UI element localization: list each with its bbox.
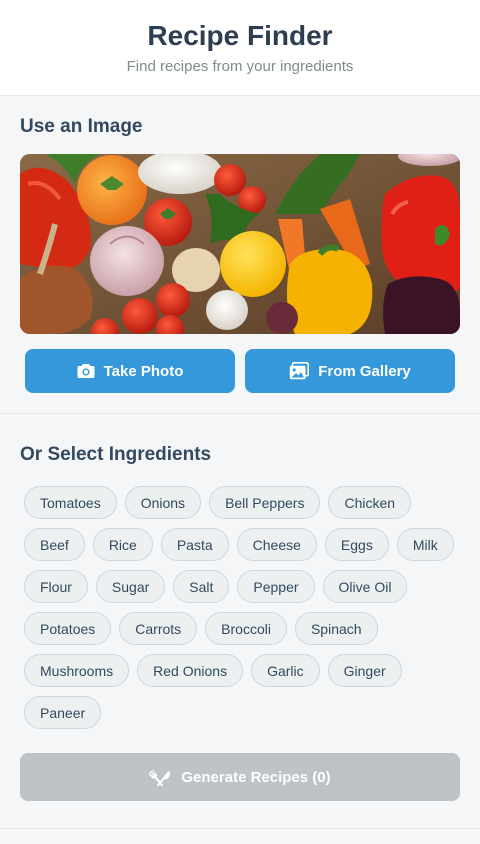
ingredient-chip[interactable]: Chicken — [328, 486, 412, 519]
image-section: Use an Image Take Photo From Gallery — [0, 96, 480, 414]
ingredient-chip[interactable]: Broccoli — [205, 612, 287, 645]
ingredient-chip[interactable]: Carrots — [119, 612, 198, 645]
ingredient-chip[interactable]: Onions — [124, 486, 202, 519]
ingredient-chip[interactable]: Mushrooms — [24, 654, 130, 687]
ingredient-chip[interactable]: Paneer — [24, 696, 102, 729]
ingredient-chip[interactable]: Pepper — [237, 570, 315, 603]
gallery-icon — [289, 362, 310, 380]
ingredients-section: Or Select Ingredients Tomatoes Onions Bell… — [0, 414, 480, 801]
ingredient-chip[interactable]: Bell Peppers — [209, 486, 321, 519]
generate-recipes-label: Generate Recipes (0) — [181, 768, 331, 786]
vegetables-photo-illustration — [20, 154, 460, 334]
from-gallery-label: From Gallery — [318, 362, 411, 380]
take-photo-button[interactable]: Take Photo — [25, 349, 235, 393]
ingredient-chip[interactable]: Cheese — [236, 528, 317, 561]
ingredient-chip[interactable]: Pasta — [160, 528, 229, 561]
from-gallery-button[interactable]: From Gallery — [245, 349, 455, 393]
page-subtitle: Find recipes from your ingredients — [126, 58, 354, 75]
ingredient-chip[interactable]: Flour — [24, 570, 88, 603]
page-title: Recipe Finder — [147, 20, 333, 51]
ingredient-chip[interactable]: Red Onions — [137, 654, 244, 687]
ingredient-chip[interactable]: Sugar — [95, 570, 166, 603]
ingredients-section-title: Or Select Ingredients — [20, 444, 212, 465]
ingredient-chip[interactable]: Tomatoes — [24, 486, 117, 519]
image-actions: Take Photo From Gallery — [20, 349, 460, 393]
ingredient-chip[interactable]: Garlic — [251, 654, 320, 687]
ingredient-chip[interactable]: Rice — [92, 528, 153, 561]
ingredient-chip[interactable]: Ginger — [327, 654, 402, 687]
app-header: Recipe Finder Find recipes from your ing… — [0, 0, 480, 96]
image-section-title: Use an Image — [20, 116, 143, 137]
vegetables-photo — [20, 154, 460, 334]
ingredient-chip[interactable]: Milk — [396, 528, 454, 561]
take-photo-label: Take Photo — [103, 362, 184, 380]
camera-icon — [77, 363, 95, 379]
utensils-icon — [148, 764, 171, 790]
ingredient-chip[interactable]: Beef — [24, 528, 85, 561]
ingredient-chip[interactable]: Salt — [173, 570, 230, 603]
generate-recipes-button[interactable]: Generate Recipes (0) — [20, 753, 460, 801]
ingredient-chip[interactable]: Spinach — [294, 612, 378, 645]
ingredient-chip[interactable]: Eggs — [324, 528, 389, 561]
ingredient-chip[interactable]: Potatoes — [24, 612, 112, 645]
bottom-divider — [0, 828, 480, 829]
ingredient-chip[interactable]: Olive Oil — [322, 570, 408, 603]
ingredient-chip-list: Tomatoes Onions Bell Peppers Chicken Beef Ric… — [20, 486, 460, 729]
